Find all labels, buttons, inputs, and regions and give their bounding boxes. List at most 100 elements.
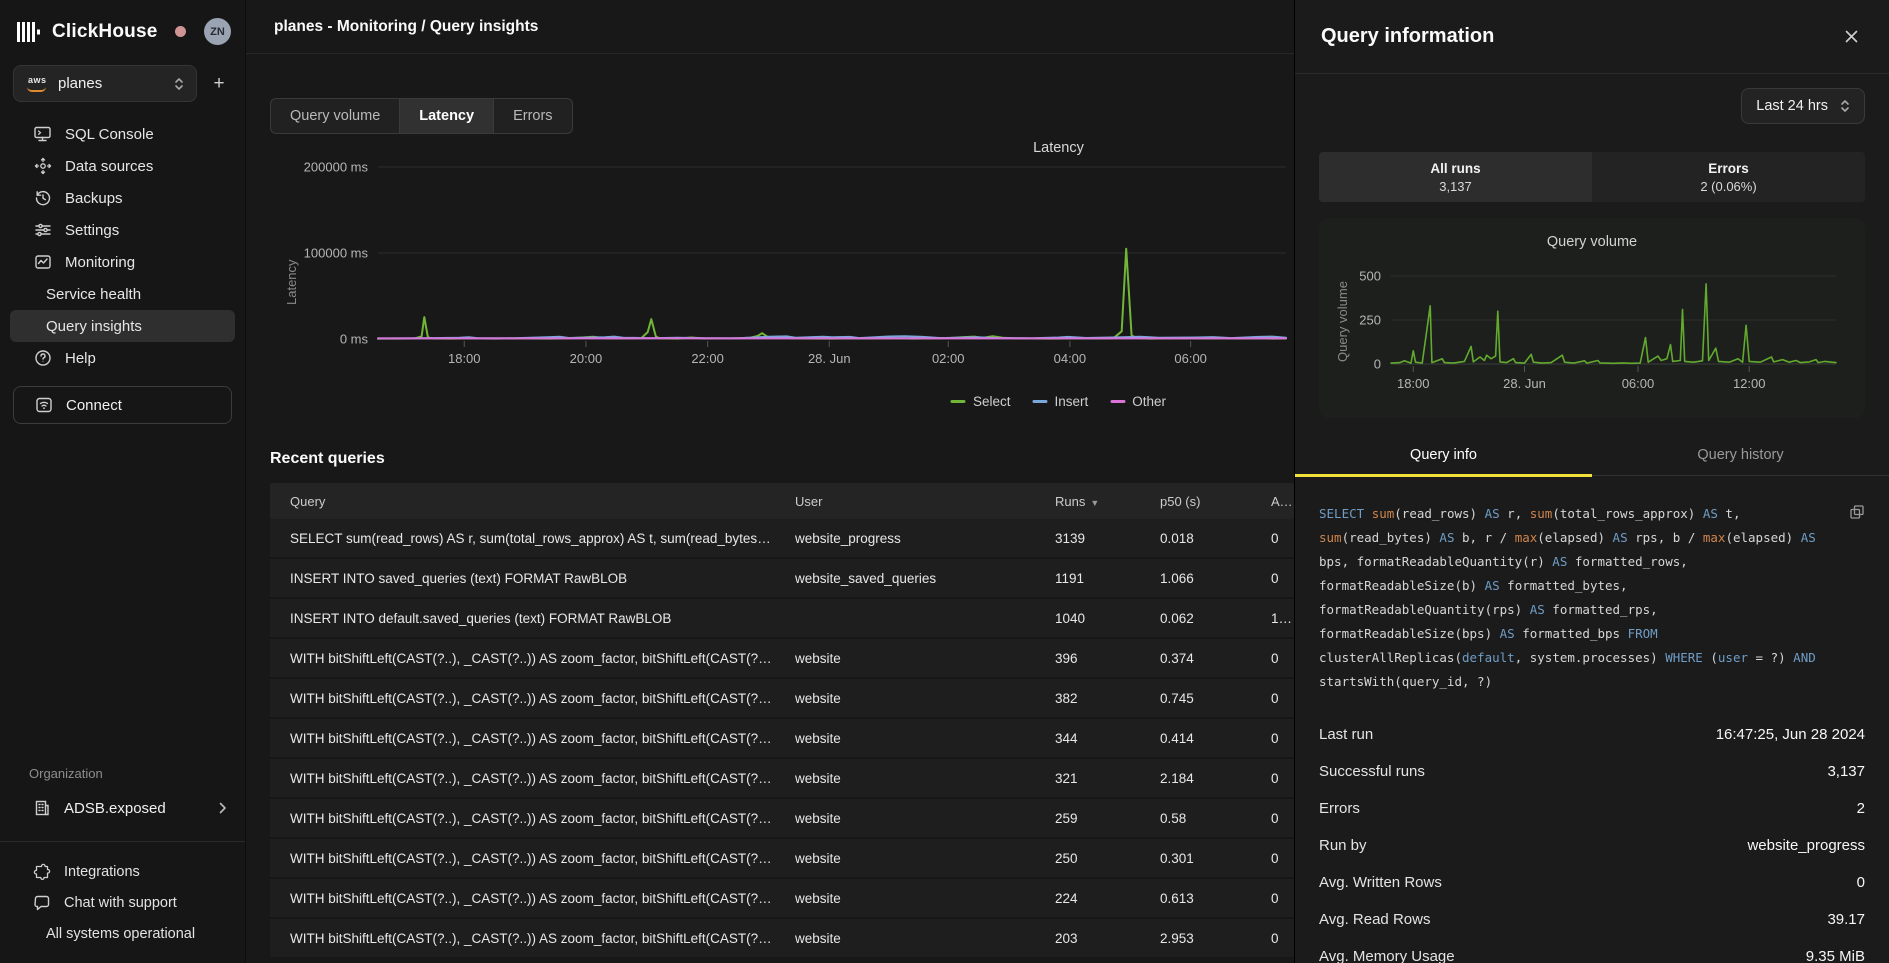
stat-label: Run by [1319,837,1367,854]
tab-query-history[interactable]: Query history [1592,435,1889,475]
recent-queries-table: QueryUserRuns▼p50 (s)Avg.SELECT sum(read… [270,483,1294,959]
sidebar-item-settings[interactable]: Settings [10,214,235,246]
service-name: planes [58,75,102,92]
column-header-avg[interactable]: Avg. [1251,494,1294,509]
cell-avg: 0 [1251,531,1294,546]
legend-item-other[interactable]: Other [1110,394,1166,409]
help-icon [33,349,52,367]
panel-header: Query information [1295,0,1889,74]
column-header-user[interactable]: User [775,494,1035,509]
cell-query: WITH bitShiftLeft(CAST(?..), _CAST(?..))… [270,811,775,826]
table-row[interactable]: WITH bitShiftLeft(CAST(?..), _CAST(?..))… [270,839,1294,879]
table-row[interactable]: WITH bitShiftLeft(CAST(?..), _CAST(?..))… [270,719,1294,759]
cell-p50: 0.58 [1140,811,1251,826]
close-icon[interactable] [1840,25,1863,48]
cell-user: website [775,771,1035,786]
table-row[interactable]: WITH bitShiftLeft(CAST(?..), _CAST(?..))… [270,639,1294,679]
svg-text:0: 0 [1374,357,1381,372]
chart-tabs: Query volumeLatencyErrors [270,98,573,134]
sidebar-item-backups[interactable]: Backups [10,182,235,214]
user-avatar[interactable]: ZN [204,18,231,45]
table-row[interactable]: INSERT INTO default.saved_queries (text)… [270,599,1294,639]
legend-swatch [1110,400,1125,403]
sidebar-item-chat-with-support[interactable]: Chat with support [0,887,245,918]
segment-errors[interactable]: Errors2 (0.06%) [1592,152,1865,202]
cell-runs: 3139 [1035,531,1140,546]
sidebar-item-help[interactable]: Help [10,342,235,374]
cell-runs: 259 [1035,811,1140,826]
sidebar-item-query-insights[interactable]: Query insights [10,310,235,342]
svg-text:100000 ms: 100000 ms [304,246,369,261]
cell-user: website [775,691,1035,706]
chart-legend: Select Insert Other [951,394,1166,409]
sidebar-item-label: Chat with support [64,895,177,911]
stat-label: Successful runs [1319,763,1425,780]
cell-query: WITH bitShiftLeft(CAST(?..), _CAST(?..))… [270,931,775,946]
copy-icon[interactable] [1847,502,1867,522]
cell-runs: 1191 [1035,571,1140,586]
clickhouse-logo-icon [16,21,42,43]
table-row[interactable]: WITH bitShiftLeft(CAST(?..), _CAST(?..))… [270,799,1294,839]
stat-row-last-run: Last run16:47:25, Jun 28 2024 [1319,716,1865,753]
column-header-runs[interactable]: Runs▼ [1035,494,1140,509]
main-content: planes - Monitoring / Query insights Que… [246,0,1294,963]
table-row[interactable]: WITH bitShiftLeft(CAST(?..), _CAST(?..))… [270,919,1294,959]
add-service-button[interactable]: + [207,72,231,96]
tab-latency[interactable]: Latency [400,99,494,133]
cell-query: WITH bitShiftLeft(CAST(?..), _CAST(?..))… [270,731,775,746]
legend-item-select[interactable]: Select [951,394,1011,409]
sidebar-item-monitoring[interactable]: Monitoring [10,246,235,278]
sidebar-item-service-health[interactable]: Service health [10,278,235,310]
segment-all-runs[interactable]: All runs3,137 [1319,152,1592,202]
sidebar-item-sql-console[interactable]: SQL Console [10,118,235,150]
table-row[interactable]: SELECT sum(read_rows) AS r, sum(total_ro… [270,519,1294,559]
tab-query-info[interactable]: Query info [1295,435,1592,475]
stat-value: 39.17 [1827,911,1865,928]
svg-text:18:00: 18:00 [448,351,481,366]
cell-avg: 0 [1251,811,1294,826]
legend-swatch [951,400,966,403]
sql-code-block: SELECT sum(read_rows) AS r, sum(total_ro… [1319,502,1865,694]
table-header-row: QueryUserRuns▼p50 (s)Avg. [270,483,1294,519]
cell-avg: 0 [1251,771,1294,786]
time-range-select[interactable]: Last 24 hrs [1741,88,1865,124]
cell-query: INSERT INTO default.saved_queries (text)… [270,611,775,626]
sidebar-item-data-sources[interactable]: Data sources [10,150,235,182]
panel-title: Query information [1321,25,1494,48]
data-sources-icon [33,157,52,175]
stat-value: 3,137 [1827,763,1865,780]
stat-label: Errors [1319,800,1360,817]
svg-text:28. Jun: 28. Jun [808,351,851,366]
table-row[interactable]: WITH bitShiftLeft(CAST(?..), _CAST(?..))… [270,679,1294,719]
stat-row-successful-runs: Successful runs 3,137 [1319,753,1865,790]
service-selector[interactable]: aws planes [13,65,197,102]
time-range-value: Last 24 hrs [1756,98,1828,114]
stat-label: Avg. Read Rows [1319,911,1430,928]
sidebar-item-label: Backups [65,190,123,207]
cell-user: website_saved_queries [775,571,1035,586]
column-header-p50-s[interactable]: p50 (s) [1140,494,1251,509]
sidebar-item-integrations[interactable]: Integrations [0,856,245,887]
column-header-query[interactable]: Query [270,494,775,509]
tab-errors[interactable]: Errors [494,99,571,133]
legend-swatch [1032,400,1047,403]
table-row[interactable]: WITH bitShiftLeft(CAST(?..), _CAST(?..))… [270,879,1294,919]
connect-icon [35,396,53,414]
table-row[interactable]: INSERT INTO saved_queries (text) FORMAT … [270,559,1294,599]
aws-icon: aws [26,76,48,92]
svg-text:06:00: 06:00 [1174,351,1207,366]
brand-name: ClickHouse [52,21,157,43]
connect-button[interactable]: Connect [13,386,232,424]
organization-switcher[interactable]: ADSB.exposed [0,791,245,825]
cell-user: website [775,811,1035,826]
table-row[interactable]: WITH bitShiftLeft(CAST(?..), _CAST(?..))… [270,759,1294,799]
legend-item-insert[interactable]: Insert [1032,394,1088,409]
stat-label: Avg. Written Rows [1319,874,1442,891]
query-volume-chart-canvas: 025050018:0028. Jun06:0012:00 [1341,258,1844,403]
cell-query: WITH bitShiftLeft(CAST(?..), _CAST(?..))… [270,771,775,786]
stat-value: website_progress [1747,837,1865,854]
stat-value: 2 [1857,800,1865,817]
cell-user: website [775,731,1035,746]
tab-query-volume[interactable]: Query volume [271,99,400,133]
sidebar-item-all-systems-operational[interactable]: All systems operational [0,918,245,949]
